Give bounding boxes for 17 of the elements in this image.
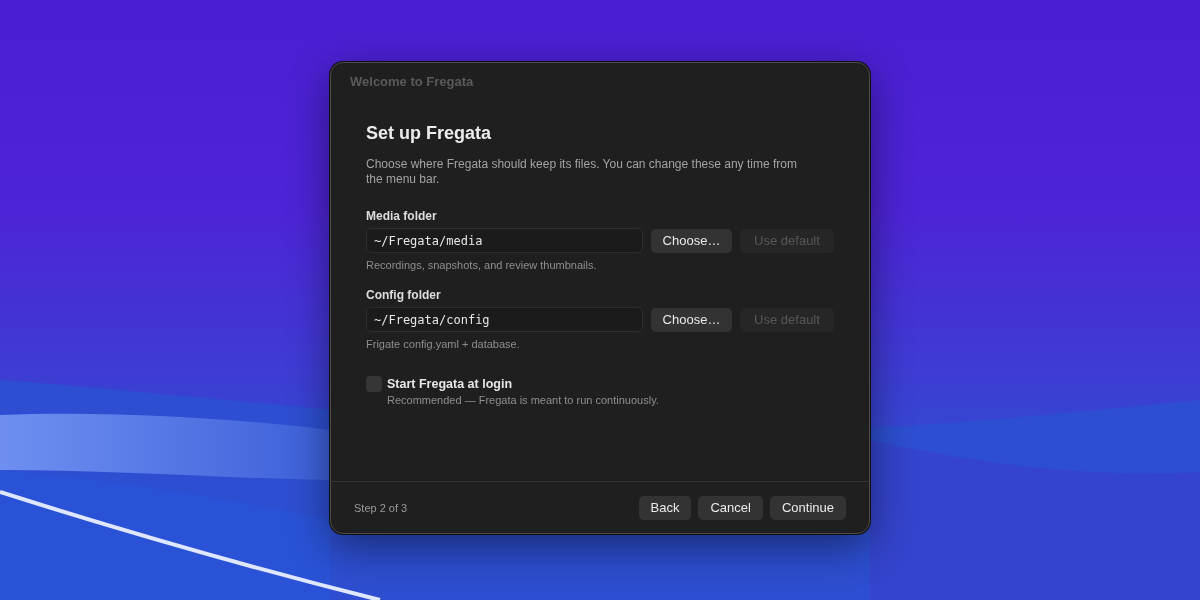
dialog-heading: Set up Fregata	[366, 122, 492, 144]
dialog-description: Choose where Fregata should keep its files. You can change these any time from the menu bar.	[366, 157, 798, 187]
folder-hint: Recordings, snapshots, and review thumbnails.	[366, 258, 597, 272]
folder-label: Media folder	[366, 209, 437, 224]
folder-path-field[interactable]: ~/Fregata/media	[366, 228, 643, 253]
login-option-label[interactable]: Start Fregata at login	[387, 376, 513, 392]
choose-button[interactable]: Choose…	[651, 228, 732, 253]
login-option-hint: Recommended — Fregata is meant to run continuously.	[387, 393, 659, 407]
step-indicator: Step 2 of 3	[354, 501, 408, 514]
folder-label: Config folder	[366, 288, 441, 303]
folder-hint: Frigate config.yaml + database.	[366, 337, 520, 351]
cancel-button[interactable]: Cancel	[698, 495, 763, 520]
folder-path-field[interactable]: ~/Fregata/config	[366, 307, 643, 332]
choose-button[interactable]: Choose…	[651, 307, 732, 332]
continue-button[interactable]: Continue	[769, 495, 846, 520]
window-title: Welcome to Fregata	[350, 74, 474, 89]
back-button[interactable]: Back	[638, 495, 692, 520]
